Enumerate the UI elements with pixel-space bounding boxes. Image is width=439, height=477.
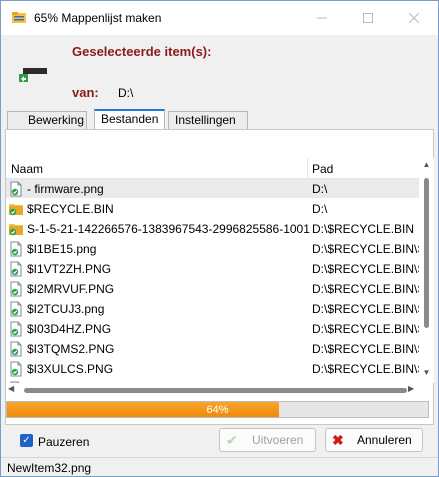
list-item[interactable]: $I03D4HZ.PNG D:\$RECYCLE.BIN\S- bbox=[6, 319, 419, 338]
file-check-icon bbox=[8, 301, 24, 317]
file-list[interactable]: Naam Pad - firmware.png D:\ $RECYCLE.BIN D:… bbox=[6, 158, 419, 383]
item-name: - firmware.png bbox=[27, 182, 104, 196]
folder-check-icon bbox=[8, 221, 24, 237]
item-name: S-1-5-21-142266576-1383967543-2996825586… bbox=[27, 222, 310, 236]
scroll-down-icon[interactable]: ▼ bbox=[419, 368, 434, 380]
item-path: D:\ bbox=[312, 202, 328, 216]
vertical-scroll-thumb[interactable] bbox=[424, 178, 429, 328]
minimize-button[interactable] bbox=[299, 1, 345, 35]
vertical-scrollbar[interactable]: ▲ ▼ bbox=[419, 158, 434, 383]
drive-icon bbox=[19, 68, 47, 82]
pause-label[interactable]: Pauzeren bbox=[38, 435, 89, 449]
horizontal-scroll-thumb[interactable] bbox=[24, 388, 407, 393]
close-icon bbox=[409, 13, 419, 23]
file-check-icon bbox=[8, 261, 24, 277]
tab-bestanden[interactable]: Bestanden bbox=[94, 109, 165, 130]
run-button-label: Uitvoeren bbox=[252, 433, 304, 447]
run-button[interactable]: ✔ Uitvoeren bbox=[219, 428, 316, 452]
column-header-path[interactable]: Pad bbox=[312, 162, 333, 176]
scroll-up-icon[interactable]: ▲ bbox=[419, 160, 434, 172]
file-check-icon bbox=[8, 281, 24, 297]
column-separator[interactable] bbox=[307, 158, 308, 178]
selected-items-label: Geselecteerde item(s): bbox=[72, 44, 212, 59]
item-path: D:\$RECYCLE.BIN\S- bbox=[312, 302, 419, 316]
list-item[interactable]: S-1-5-21-142266576-1383967543-2996825586… bbox=[6, 219, 419, 238]
list-item[interactable]: $I3TQMS2.PNG D:\$RECYCLE.BIN\S- bbox=[6, 339, 419, 358]
list-header: Naam Pad bbox=[6, 158, 419, 179]
file-check-icon bbox=[8, 181, 24, 197]
progress-label: 64% bbox=[206, 404, 229, 416]
window-title: 65% Mappenlijst maken bbox=[34, 11, 162, 25]
tab-bewerking[interactable]: Bewerking bbox=[7, 111, 87, 129]
list-item[interactable]: $I2MRVUF.PNG D:\$RECYCLE.BIN\S- bbox=[6, 279, 419, 298]
item-name: $I3TQMS2.PNG bbox=[27, 342, 115, 356]
list-item[interactable]: - firmware.png D:\ bbox=[6, 179, 419, 198]
status-text: NewItem32.png bbox=[7, 461, 92, 475]
list-item[interactable]: $I2TCUJ3.png D:\$RECYCLE.BIN\S- bbox=[6, 299, 419, 318]
horizontal-scrollbar[interactable]: ◀ ▶ bbox=[6, 383, 419, 397]
item-path: D:\$RECYCLE.BIN bbox=[312, 222, 415, 236]
minimize-icon bbox=[317, 17, 327, 19]
from-value: D:\ bbox=[118, 86, 134, 100]
scroll-left-icon[interactable]: ◀ bbox=[8, 384, 14, 393]
scroll-right-icon[interactable]: ▶ bbox=[408, 384, 414, 393]
file-check-icon bbox=[8, 361, 24, 377]
cross-icon: ✖ bbox=[332, 432, 344, 448]
list-item[interactable]: $I3XULCS.PNG D:\$RECYCLE.BIN\S- bbox=[6, 359, 419, 378]
list-item[interactable]: $I1VT2ZH.PNG D:\$RECYCLE.BIN\S- bbox=[6, 259, 419, 278]
list-item[interactable]: $RECYCLE.BIN D:\ bbox=[6, 199, 419, 218]
item-path: D:\$RECYCLE.BIN\S- bbox=[312, 242, 419, 256]
item-path: D:\$RECYCLE.BIN\S- bbox=[312, 322, 419, 336]
item-path: D:\$RECYCLE.BIN\S- bbox=[312, 362, 419, 376]
tab-instellingen[interactable]: Instellingen bbox=[168, 111, 248, 129]
item-path: D:\$RECYCLE.BIN\S- bbox=[312, 282, 419, 296]
item-name: $RECYCLE.BIN bbox=[27, 202, 114, 216]
close-button[interactable] bbox=[391, 1, 437, 35]
item-path: D:\ bbox=[312, 182, 328, 196]
folder-list-icon bbox=[12, 12, 26, 23]
pause-checkbox[interactable]: ✓ bbox=[20, 434, 33, 447]
item-name: $I1BE15.png bbox=[27, 242, 97, 256]
file-check-icon bbox=[8, 321, 24, 337]
progress-bar: 64% bbox=[6, 401, 429, 418]
status-bar: NewItem32.png bbox=[1, 457, 438, 477]
folder-check-icon bbox=[8, 201, 24, 217]
title-bar: 65% Mappenlijst maken bbox=[1, 1, 438, 35]
item-name: $I2TCUJ3.png bbox=[27, 302, 105, 316]
item-path: D:\$RECYCLE.BIN\S- bbox=[312, 342, 419, 356]
checkmark-icon: ✔ bbox=[226, 432, 238, 448]
column-header-name[interactable]: Naam bbox=[11, 162, 43, 176]
dialog-window: 65% Mappenlijst maken Geselecteerde item… bbox=[0, 0, 439, 477]
list-item[interactable]: $I1BE15.png D:\$RECYCLE.BIN\S- bbox=[6, 239, 419, 258]
item-path: D:\$RECYCLE.BIN\S- bbox=[312, 262, 419, 276]
cancel-button[interactable]: ✖ Annuleren bbox=[325, 428, 423, 452]
item-name: $I1VT2ZH.PNG bbox=[27, 262, 112, 276]
maximize-icon bbox=[363, 13, 373, 23]
maximize-button[interactable] bbox=[345, 1, 391, 35]
cancel-button-label: Annuleren bbox=[357, 433, 412, 447]
file-check-icon bbox=[8, 341, 24, 357]
item-name: $I3XULCS.PNG bbox=[27, 362, 114, 376]
item-name: $I2MRVUF.PNG bbox=[27, 282, 115, 296]
from-label: van: bbox=[72, 85, 99, 100]
file-check-icon bbox=[8, 241, 24, 257]
item-name: $I03D4HZ.PNG bbox=[27, 322, 112, 336]
